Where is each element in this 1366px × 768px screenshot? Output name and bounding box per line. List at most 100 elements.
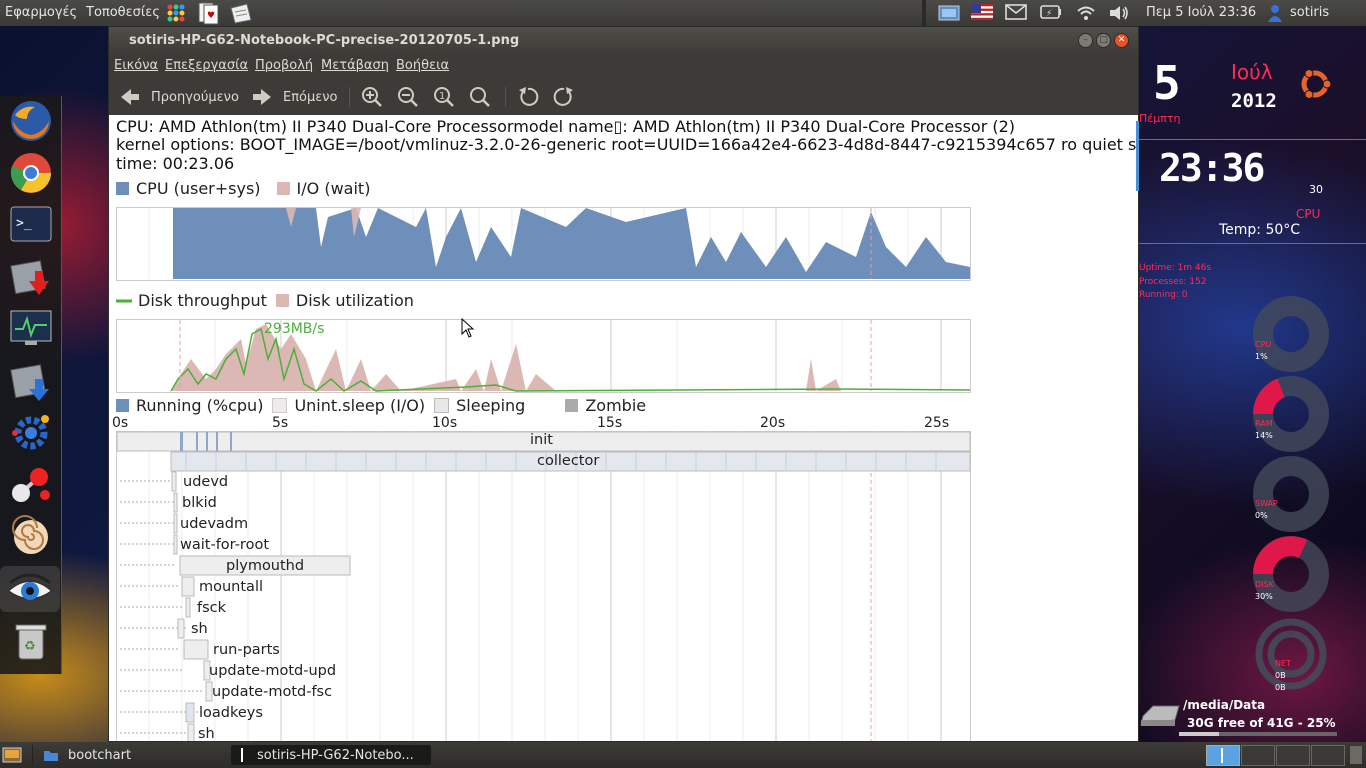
workspace-window-marker [1221,748,1223,763]
screenshot-icon[interactable] [938,4,960,22]
rotate-right-icon [553,87,573,106]
system-monitor-icon[interactable] [8,306,54,352]
cpu-swatch [116,182,129,195]
process-label: init [530,432,553,448]
next-label: Επόμενο [283,89,338,105]
previous-button[interactable]: Προηγούμενο [119,85,239,109]
toolbar-separator [505,87,506,107]
volume-icon[interactable] [1108,4,1130,22]
process-list: init collector udevd blkid udevadm wait-… [110,431,980,741]
net-gauge-label: NET [1275,659,1291,668]
taskbar-item-bootchart[interactable]: bootchart [32,745,251,765]
applications-menu[interactable]: Εφαρμογές [5,5,77,20]
workspace-1[interactable] [1206,745,1240,766]
rotate-left-icon [519,87,539,106]
net-gauge [1255,618,1327,690]
close-button[interactable]: ✕ [1114,33,1129,48]
battery-icon[interactable]: ⚡ [1040,4,1062,22]
rotate-right-button[interactable] [553,85,575,109]
tick-20s: 20s [760,415,786,431]
swap-gauge-label: SWAP [1255,499,1278,508]
workspace-2[interactable] [1241,745,1275,766]
rotate-left-button[interactable] [517,85,539,109]
zoom-fit-icon [470,87,490,107]
conky-year: 2012 [1231,90,1277,112]
ram-gauge [1253,376,1329,452]
keyboard-layout-flag-icon[interactable] [971,4,993,22]
next-button[interactable]: Επόμενο [251,85,338,109]
show-desktop-icon[interactable] [2,747,22,763]
cpu-legend: CPU (user+sys) I/O (wait) [116,179,370,198]
user-menu[interactable]: sotiris [1290,5,1329,20]
zombie-swatch [565,399,579,412]
settings-gear-icon[interactable] [8,410,54,456]
svg-text:⚡: ⚡ [1046,9,1052,19]
image-canvas[interactable]: CPU: AMD Athlon(tm) II P340 Dual-Core Pr… [110,115,1137,741]
drive-usage-fill [1179,732,1219,736]
process-label: run-parts [213,642,280,658]
unint-sleep-label: Unint.sleep (I/O) [294,396,426,415]
process-label: blkid [182,495,217,511]
image-viewer-eye-icon[interactable] [0,566,60,612]
minimize-button[interactable]: – [1078,33,1093,48]
zoom-fit-button[interactable] [469,85,491,109]
mouse-pointer-icon [461,318,475,338]
app-grid-icon[interactable] [165,2,187,22]
svg-text:1: 1 [439,91,445,102]
chrome-icon[interactable] [8,150,54,196]
image-viewer-window: – □ ✕ sotiris-HP-G62-Notebook-PC-precise… [108,26,1139,742]
conky-widget: 5 Ιούλ 2012 Πέμπτη 23:36 30 CPU Temp: 50… [1139,26,1366,742]
terminal-icon[interactable]: >_ [8,202,54,248]
workspace-3[interactable] [1276,745,1310,766]
solitaire-icon[interactable]: ♥ [196,1,220,25]
cpu-legend-label: CPU (user+sys) [136,179,261,198]
ram-gauge-label: RAM [1255,419,1273,428]
wifi-icon[interactable] [1076,4,1096,22]
cpu-usage-chart [116,207,971,281]
trash-icon[interactable]: ♻ [8,618,54,664]
mail-icon[interactable] [1005,4,1027,22]
tick-5s: 5s [272,415,289,431]
clock[interactable]: Πεμ 5 Ιούλ 23:36 [1146,5,1256,20]
window-titlebar[interactable]: – □ ✕ sotiris-HP-G62-Notebook-PC-precise… [109,27,1138,55]
process-label: update-motd-upd [209,663,337,679]
firefox-icon[interactable] [8,98,54,144]
workspace-4[interactable] [1311,745,1345,766]
process-label: update-motd-fsc [212,684,333,700]
task-label: bootchart [68,747,132,763]
process-label: fsck [197,600,227,616]
menu-image[interactable]: Εικόνα [114,58,158,73]
forward-arrow-icon [253,89,271,105]
zoom-out-button[interactable] [397,85,419,109]
user-icon[interactable] [1268,4,1282,22]
taskbar-item-image-viewer[interactable]: sotiris-HP-G62-Notebo... [231,745,431,765]
toolbar-separator [349,87,350,107]
menu-go[interactable]: Μετάβαση [321,58,389,73]
zoom-in-button[interactable] [361,85,383,109]
io-swatch [276,182,290,195]
zoom-100-icon: 1 [434,87,454,107]
trash-applet[interactable] [1350,746,1362,764]
boot-time-line: time: 00:23.06 [116,154,235,173]
molecule-app-icon[interactable] [8,462,54,508]
task-label: sotiris-HP-G62-Notebo... [257,747,414,763]
panel-separator [922,0,926,26]
drive-free: 30G free of 41G - 25% [1187,716,1336,730]
text-editor-icon[interactable] [229,2,253,24]
shell-app-icon[interactable] [8,514,54,560]
unint-sleep-swatch [272,398,288,413]
process-legend: Running (%cpu) Unint.sleep (I/O) Sleepin… [116,396,646,415]
hard-drive-icon[interactable] [1139,700,1181,730]
menu-help[interactable]: Βοήθεια [396,58,449,73]
previous-label: Προηγούμενο [151,89,239,105]
menu-edit[interactable]: Επεξεργασία [165,58,248,73]
maximize-button[interactable]: □ [1096,33,1111,48]
places-menu[interactable]: Τοποθεσίες [86,5,160,20]
zoom-out-icon [398,87,418,107]
menu-view[interactable]: Προβολή [255,58,313,73]
zoom-normal-button[interactable]: 1 [433,85,455,109]
update-manager-icon[interactable] [8,254,54,300]
launcher: >_ ♻ [0,96,62,674]
install-package-icon[interactable] [8,358,54,404]
conky-weekday: Πέμπτη [1139,112,1181,125]
